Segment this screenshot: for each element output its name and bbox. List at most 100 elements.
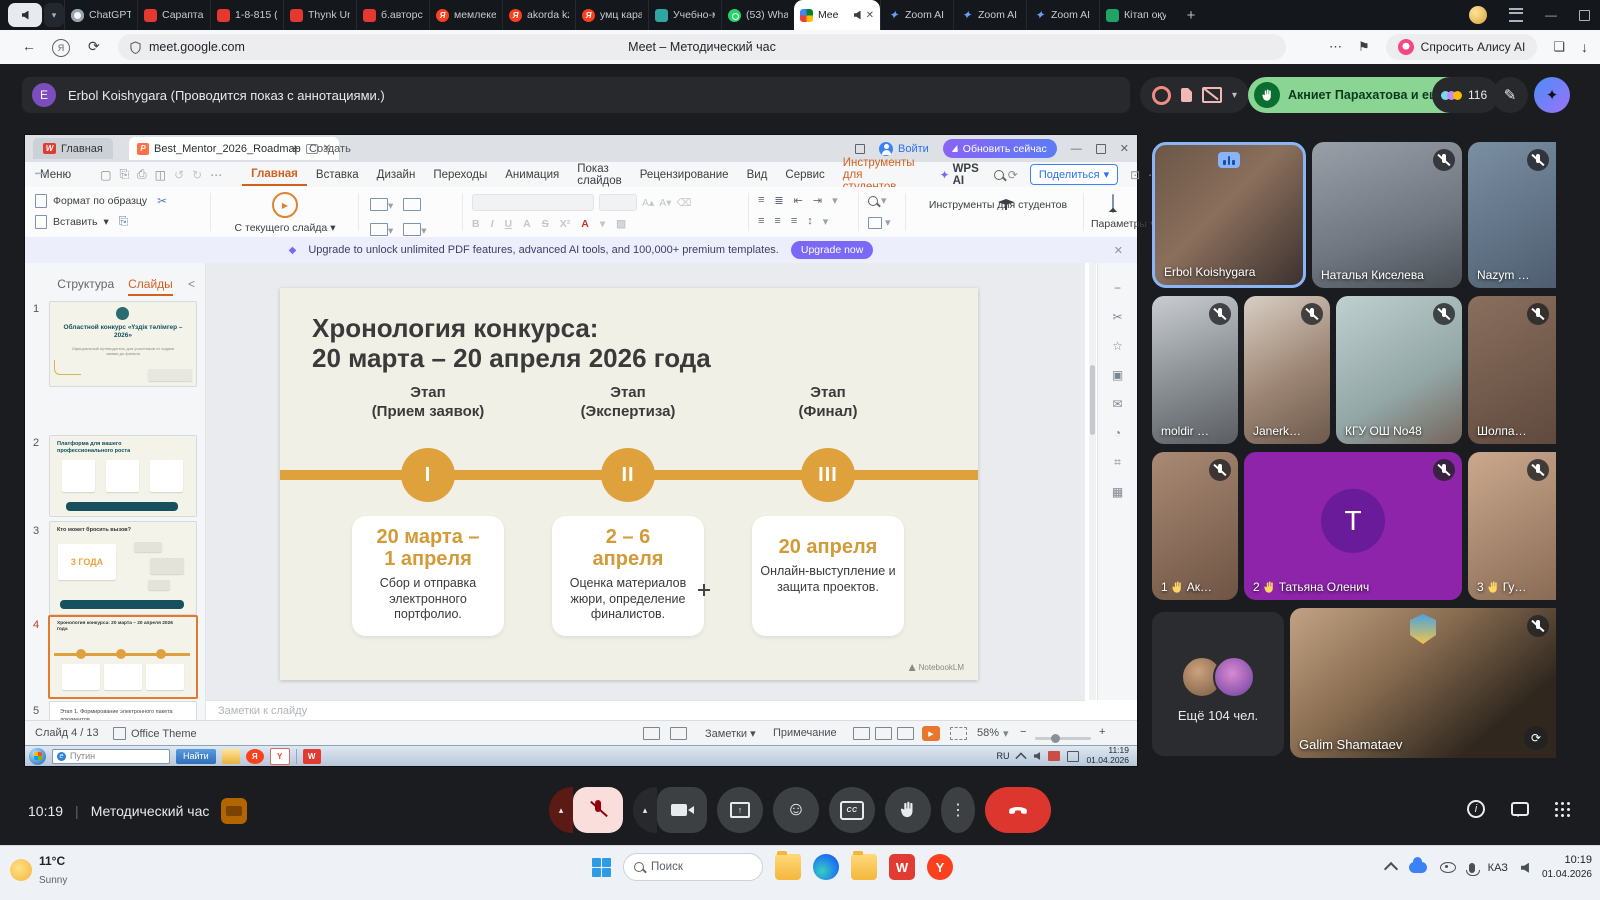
tray-eye-icon[interactable] — [1440, 862, 1456, 873]
history-icon[interactable]: ◔ — [1114, 426, 1121, 440]
browser-tab[interactable]: Кітап оқу — [1099, 0, 1172, 30]
bold-button[interactable]: B — [472, 218, 480, 230]
find-button[interactable]: Найти — [176, 749, 216, 764]
bullets-icon[interactable]: ≡ — [758, 194, 764, 207]
participant-tile-speaking[interactable]: Erbol Koishygara — [1152, 142, 1306, 288]
save-icon[interactable]: ▢ — [96, 168, 115, 182]
browser-menu-icon[interactable] — [1509, 8, 1523, 22]
participant-tile[interactable]: Шолпа… — [1468, 296, 1556, 444]
wps-restore-icon[interactable] — [1096, 144, 1106, 154]
close-banner-icon[interactable]: ✕ — [1114, 244, 1123, 257]
flip-camera-icon[interactable]: ⟳ — [1524, 726, 1548, 750]
navigation-icon[interactable]: ⌗ — [1114, 455, 1121, 470]
wps-home-tab[interactable]: W Главная — [33, 138, 113, 159]
underline-button[interactable]: U — [505, 218, 513, 230]
ribbon-tab-service[interactable]: Сервис — [776, 169, 833, 181]
inner-clock[interactable]: 11:1901.04.2026 — [1086, 746, 1133, 766]
yandex-browser-icon[interactable]: Y — [927, 854, 953, 880]
slide-thumbnail-4-selected[interactable]: Хронология конкурса: 20 марта – 20 апрел… — [48, 615, 198, 699]
participant-tile-hand-raised[interactable]: 3Гу… — [1468, 452, 1556, 600]
system-clock[interactable]: 10:1901.04.2026 — [1542, 854, 1592, 882]
bookmark-icon[interactable]: ⚑ — [1358, 39, 1370, 55]
slide-thumbnail-2[interactable]: Платформа для вашего профессионального р… — [49, 435, 197, 517]
tab-outline[interactable]: Структура — [57, 277, 114, 296]
browser-icon[interactable] — [813, 854, 839, 880]
browser-tab[interactable]: ✦Zoom AI — [953, 0, 1026, 30]
browser-tab[interactable]: Сарапта — [137, 0, 210, 30]
output-icon[interactable]: ⎘ — [115, 167, 133, 182]
volume-icon[interactable] — [1521, 863, 1529, 873]
document-icon[interactable] — [1181, 88, 1192, 102]
preview-icon[interactable]: ◫ — [151, 168, 170, 182]
browser-tab[interactable]: Ямемлеке — [429, 0, 502, 30]
yandex-taskbar-icon[interactable]: Я — [246, 749, 264, 764]
mic-muted-button[interactable] — [573, 787, 623, 833]
superscript-button[interactable]: X² — [560, 218, 571, 230]
address-more-icon[interactable]: ⋯ — [1329, 39, 1342, 55]
tab-sound-button[interactable]: ▾ — [8, 3, 64, 27]
alice-ai-button[interactable]: Спросить Алису AI — [1386, 34, 1538, 60]
view-reading-icon[interactable] — [897, 727, 914, 743]
align-right-icon[interactable]: ≡ — [791, 215, 797, 228]
folder-icon[interactable] — [851, 854, 877, 880]
start-button[interactable] — [592, 858, 611, 877]
participant-tile[interactable]: moldir … — [1152, 296, 1238, 444]
ribbon-tab-design[interactable]: Дизайн — [368, 169, 425, 181]
new-slide-icon[interactable]: ▾ — [370, 196, 393, 214]
language-indicator[interactable]: КАЗ — [1488, 862, 1508, 874]
info-button[interactable]: i — [1467, 800, 1485, 818]
record-icon[interactable] — [1152, 86, 1171, 105]
upgrade-now-button[interactable]: Обновить сейчас — [943, 139, 1057, 158]
browser-tab[interactable]: ChatGPT — [64, 0, 137, 30]
profile-avatar[interactable] — [1469, 6, 1487, 24]
browser-tab[interactable]: 1-8-815 ( — [210, 0, 283, 30]
slide-thumbnail-3[interactable]: Кто может бросить вызов? 3 ГОДА — [49, 521, 197, 615]
participant-tile[interactable]: КГУ ОШ No48 — [1336, 296, 1462, 444]
chat-button[interactable] — [1511, 802, 1529, 816]
chevron-down-icon[interactable]: ▾ — [1232, 90, 1237, 101]
browser-tab[interactable]: ✦Zoom AI — [1026, 0, 1099, 30]
line-spacing-icon[interactable]: ↕ — [807, 215, 813, 228]
inner-tray-monitor-icon[interactable] — [1067, 751, 1079, 762]
participant-tile-hand-raised[interactable]: 1Ак… — [1152, 452, 1238, 600]
italic-button[interactable]: I — [491, 218, 494, 230]
highlight-button[interactable]: ▨ — [616, 218, 626, 230]
camera-options-chevron-icon[interactable]: ▴ — [633, 787, 657, 833]
end-call-button[interactable] — [985, 787, 1051, 833]
view-normal-icon[interactable] — [853, 727, 870, 743]
activities-button[interactable] — [1555, 802, 1570, 817]
strikethrough-button[interactable]: S — [542, 218, 549, 230]
signin-button[interactable]: Войти — [879, 142, 929, 156]
find-button[interactable]: ▾ — [868, 194, 891, 207]
browser-tab[interactable]: Яумц кара — [575, 0, 648, 30]
wps-document-tab[interactable]: P Best_Mentor_2026_Roadmap ✕ — [129, 137, 339, 160]
ribbon-tab-insert[interactable]: Вставка — [307, 169, 368, 181]
upgrade-now-banner-button[interactable]: Upgrade now — [791, 241, 873, 259]
share-button[interactable]: Поделиться▾ — [1030, 164, 1118, 185]
wps-ai-label[interactable]: WPS AI — [950, 163, 988, 187]
inner-tray-chevron-icon[interactable] — [1016, 752, 1027, 763]
present-mode-icon[interactable]: ⊡ — [1126, 168, 1144, 182]
wps-icon[interactable]: W — [889, 854, 915, 880]
back-icon[interactable]: ← — [22, 38, 36, 54]
format-painter-button[interactable]: Формат по образцу — [53, 195, 147, 207]
browser-tab[interactable]: Учебно-м — [648, 0, 721, 30]
increase-font-icon[interactable]: A▴ — [642, 197, 654, 209]
numbering-icon[interactable]: ≣ — [774, 194, 783, 207]
decrease-font-icon[interactable]: A▾ — [659, 197, 671, 209]
tray-expand-icon[interactable] — [1384, 862, 1398, 876]
folder-taskbar-icon[interactable] — [222, 749, 240, 764]
indent-increase-icon[interactable]: ⇥ — [813, 194, 822, 207]
tab-slides[interactable]: Слайды — [128, 277, 173, 296]
fit-slide-icon[interactable] — [950, 727, 967, 743]
ribbon-tab-transitions[interactable]: Переходы — [424, 169, 496, 181]
new-tab-button[interactable]: + — [1180, 4, 1202, 26]
canvas-scrollbar[interactable] — [1089, 263, 1096, 700]
address-pill[interactable]: meet.google.com Meet – Методический час — [118, 34, 1286, 60]
properties-icon[interactable]: ▣ — [1112, 368, 1123, 382]
ribbon-tab-animation[interactable]: Анимация — [496, 169, 568, 181]
comment-toggle[interactable]: Примечание — [773, 727, 837, 739]
current-slide[interactable]: Хронология конкурса: 20 марта – 20 апрел… — [280, 288, 978, 680]
more-participants-tile[interactable]: Ещё 104 чел. — [1152, 612, 1284, 756]
slide-thumbnail-1[interactable]: Областной конкурс «Үздік тәлімгер – 2026… — [49, 301, 197, 387]
